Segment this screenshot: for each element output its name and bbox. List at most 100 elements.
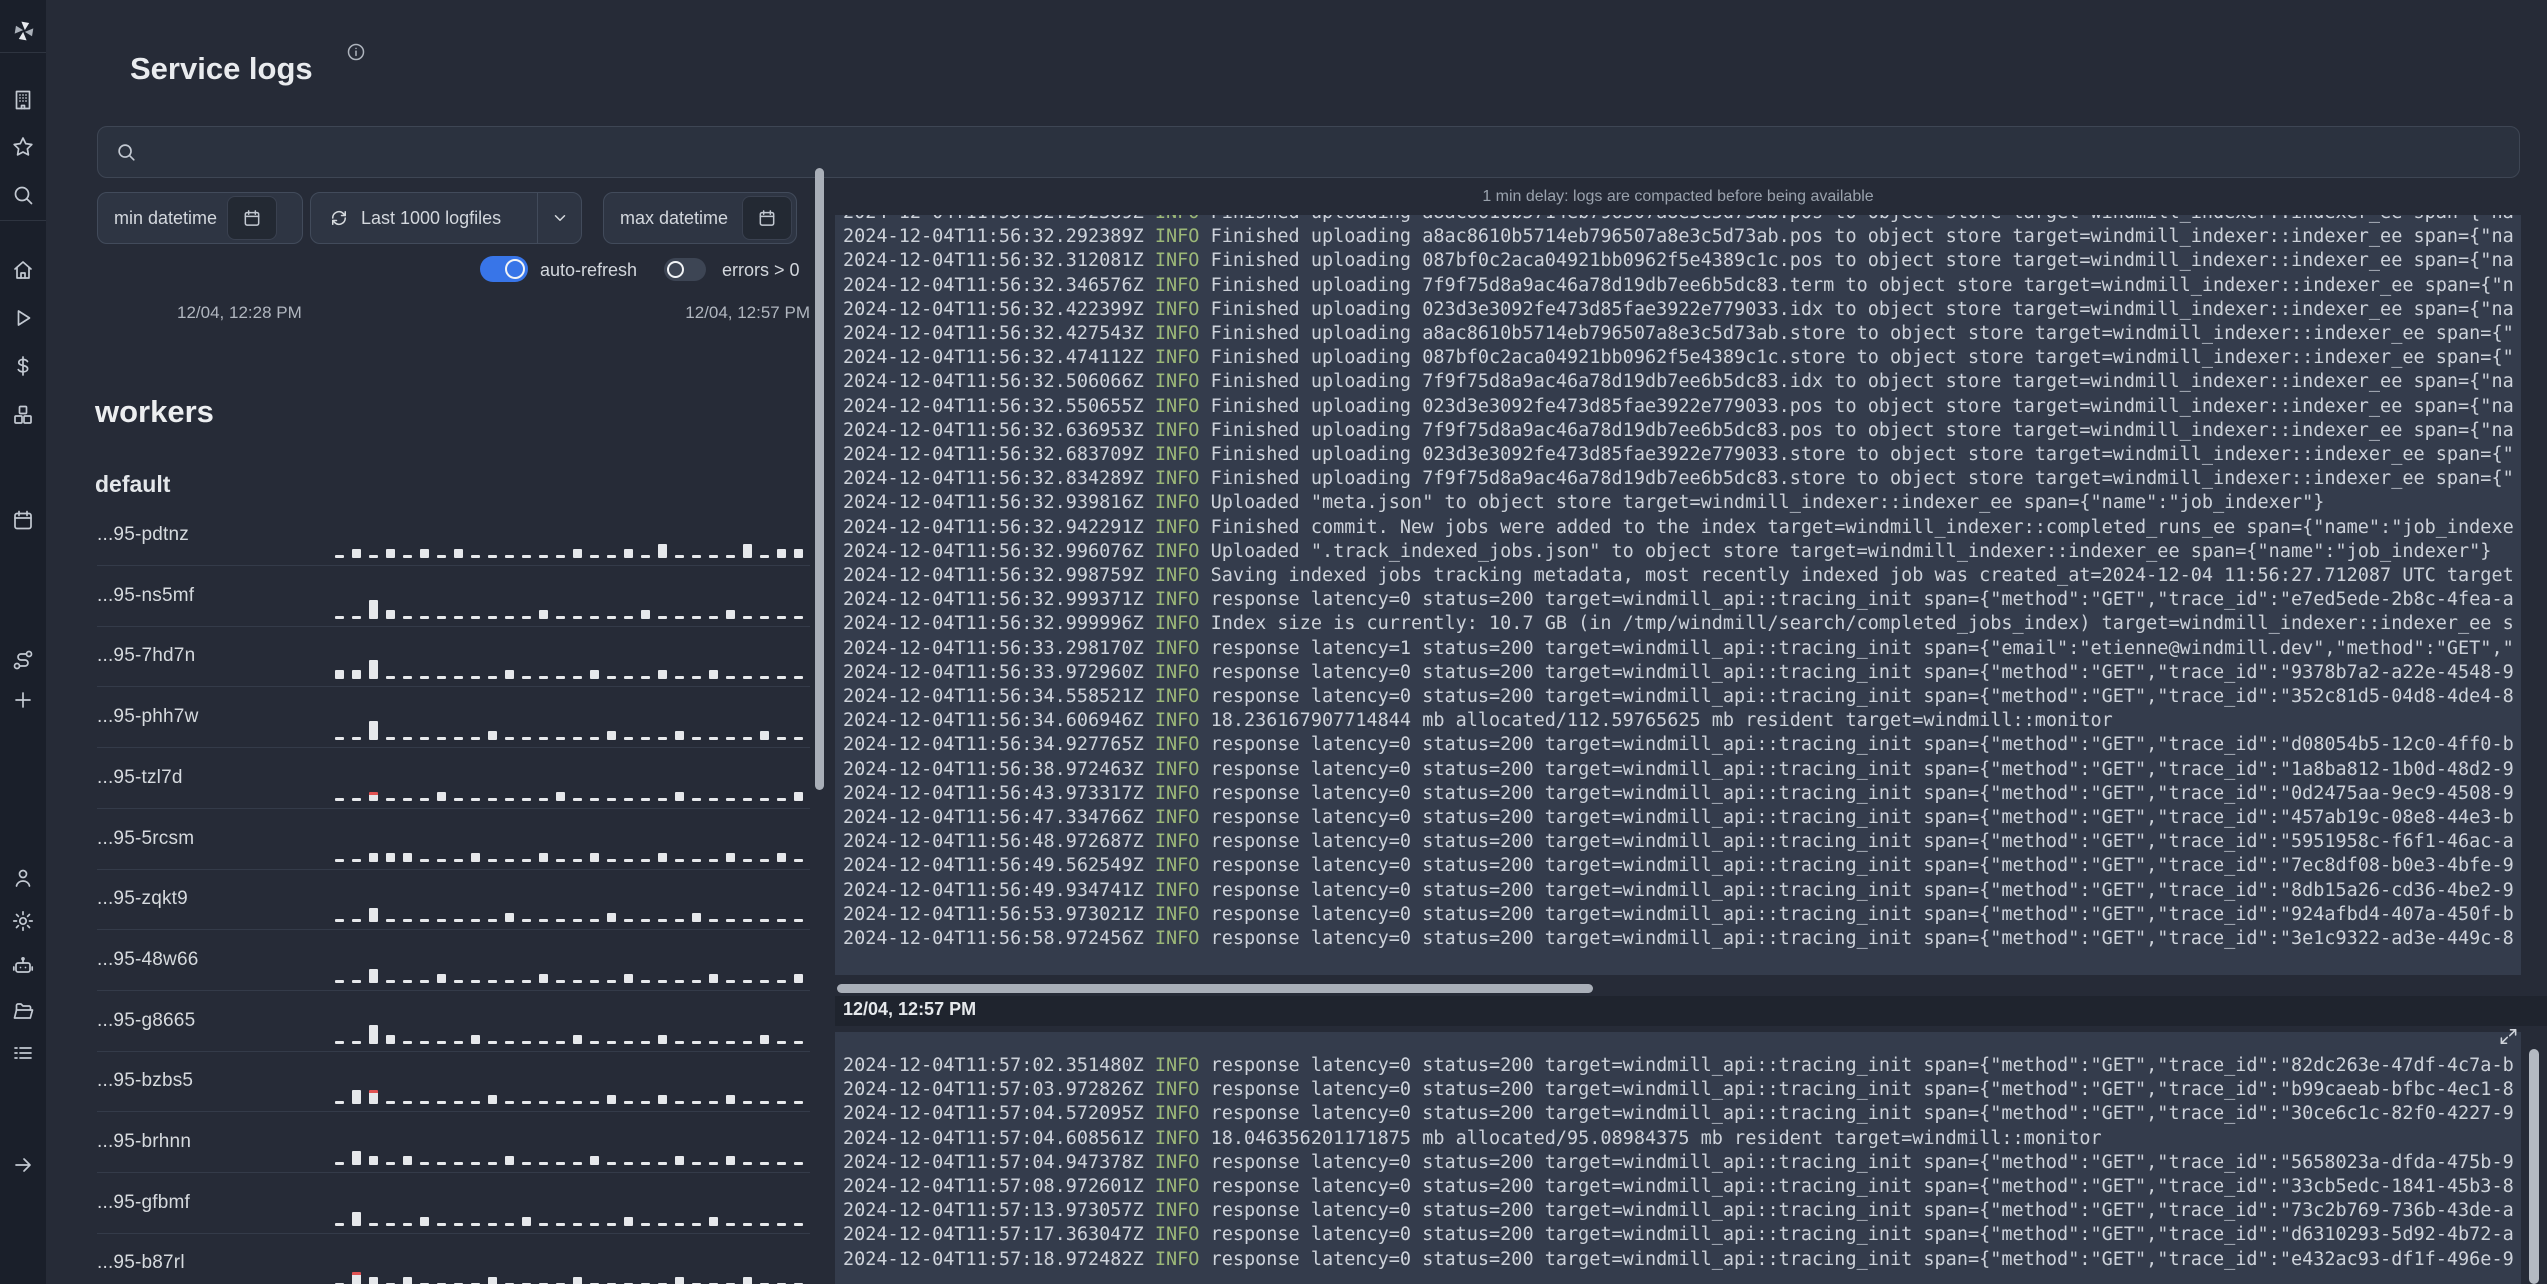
spark-bar [692,676,701,680]
min-datetime-input[interactable]: min datetime [97,192,303,244]
worker-row[interactable]: ...95-5rcsm [97,810,810,870]
log-timestamp: 2024-12-04T11:57:02.351480Z [843,1055,1155,1076]
spark-bar [471,919,480,923]
log-line: 2024-12-04T11:56:32.942291Z INFO Finishe… [843,516,2521,540]
info-icon[interactable] [346,42,366,62]
log-line: 2024-12-04T11:56:53.973021Z INFO respons… [843,903,2521,927]
spark-bar [658,852,667,862]
calendar-icon[interactable] [227,196,278,240]
expand-icon[interactable] [2499,1027,2518,1046]
dollar-icon[interactable] [11,354,35,378]
log-timestamp: 2024-12-04T11:56:32.474112Z [843,347,1155,369]
log-block[interactable]: 2024-12-04T11:57:02.351480Z INFO respons… [835,1032,2521,1284]
spark-bar [692,1222,701,1226]
boxes-icon[interactable] [11,403,35,427]
spark-bar [709,1040,718,1044]
errors-filter-label: errors > 0 [722,260,800,280]
spark-bar [471,615,480,619]
log-section-header: 12/04, 12:57 PM [835,996,2547,1026]
spark-bar [760,858,769,862]
logfiles-dropdown-button[interactable] [537,193,581,243]
spark-bar [420,1101,429,1105]
log-message: response latency=0 status=200 target=win… [1199,1079,2514,1101]
building-icon[interactable] [11,88,35,112]
spark-bar [607,1040,616,1044]
spark-bar [539,852,548,862]
worker-row[interactable]: ...95-ns5mf [97,567,810,627]
spark-bar [352,919,361,923]
spark-bar [692,979,701,983]
spark-bar [658,919,667,923]
play-icon[interactable] [11,306,35,330]
worker-row[interactable]: ...95-bzbs5 [97,1052,810,1113]
log-vertical-scrollbar[interactable] [2529,1049,2539,1284]
auto-refresh-toggle[interactable] [480,256,528,282]
worker-row[interactable]: ...95-b87rl [97,1234,810,1284]
refresh-logfiles-button[interactable]: Last 1000 logfiles [311,208,537,229]
search-icon[interactable] [11,183,35,207]
spark-bar [641,858,650,862]
spark-bar [454,1101,463,1105]
log-message: Saving indexed jobs tracking metadata, m… [1199,565,2514,587]
worker-row[interactable]: ...95-g8665 [97,992,810,1052]
spark-bar [386,797,395,801]
spark-bar [607,1222,616,1226]
worker-row[interactable]: ...95-gfbmf [97,1174,810,1234]
star-icon[interactable] [11,135,35,159]
spark-bar [590,979,599,983]
log-line: 2024-12-04T11:56:33.972960Z INFO respons… [843,661,2521,685]
spark-bar [454,1040,463,1044]
worker-row[interactable]: ...95-7hd7n [97,627,810,688]
spark-bar [743,919,752,923]
worker-activity-sparkline [335,536,803,558]
log-level: INFO [1154,1079,1200,1101]
log-timestamp: 2024-12-04T11:56:32.346576Z [843,274,1155,296]
max-datetime-input[interactable]: max datetime [603,192,797,244]
spark-bar [590,1222,599,1226]
worker-row[interactable]: ...95-pdtnz [97,506,810,566]
log-line: 2024-12-04T11:56:32.996076Z INFO Uploade… [843,540,2521,564]
spark-bar [709,1101,718,1105]
log-message: response latency=0 status=200 target=win… [1199,758,2514,780]
worker-activity-sparkline [335,1022,803,1044]
calendar-icon[interactable] [742,196,792,240]
spark-bar [709,1216,718,1226]
windmill-logo[interactable] [11,18,35,42]
spark-bar [488,731,497,741]
errors-filter-toggle[interactable] [664,258,706,281]
search-input[interactable] [147,140,2519,164]
log-level: INFO [1154,323,1200,345]
spark-bar [335,1101,344,1105]
spark-bar [386,1034,395,1044]
spark-bar [726,1222,735,1226]
logfiles-label: Last 1000 logfiles [361,207,502,228]
spark-bar [743,615,752,619]
log-timestamp: 2024-12-04T11:56:58.972456Z [843,928,1155,950]
log-line: 2024-12-04T11:56:32.939816Z INFO Uploade… [843,491,2521,515]
log-timestamp: 2024-12-04T11:56:32.506066Z [843,371,1155,393]
worker-activity-sparkline [335,961,803,983]
left-panel-scrollbar[interactable] [815,168,824,790]
spark-bar [369,660,378,680]
log-line: 2024-12-04T11:57:04.947378Z INFO respons… [843,1151,2521,1175]
spark-bar [590,797,599,801]
log-horizontal-scrollbar[interactable] [837,984,1593,993]
spark-bar [471,797,480,801]
log-line: 2024-12-04T11:56:32.683709Z INFO Finishe… [843,443,2521,467]
worker-row[interactable]: ...95-phh7w [97,688,810,749]
spark-bar [794,676,803,680]
spark-bar [675,1101,684,1105]
worker-row[interactable]: ...95-zqkt9 [97,870,810,931]
spark-bar [505,1222,514,1226]
worker-row[interactable]: ...95-brhnn [97,1113,810,1173]
spark-bar [658,1095,667,1105]
spark-bar [675,979,684,983]
spark-bar [641,676,650,680]
spark-bar [607,913,616,923]
log-block[interactable]: 2024-12-04T11:56:32.292389Z INFO Finishe… [835,215,2521,975]
worker-row[interactable]: ...95-tzl7d [97,749,810,809]
auto-refresh-label: auto-refresh [540,260,638,280]
log-timestamp: 2024-12-04T11:56:32.636953Z [843,419,1155,441]
worker-row[interactable]: ...95-48w66 [97,931,810,991]
home-icon[interactable] [11,258,35,282]
